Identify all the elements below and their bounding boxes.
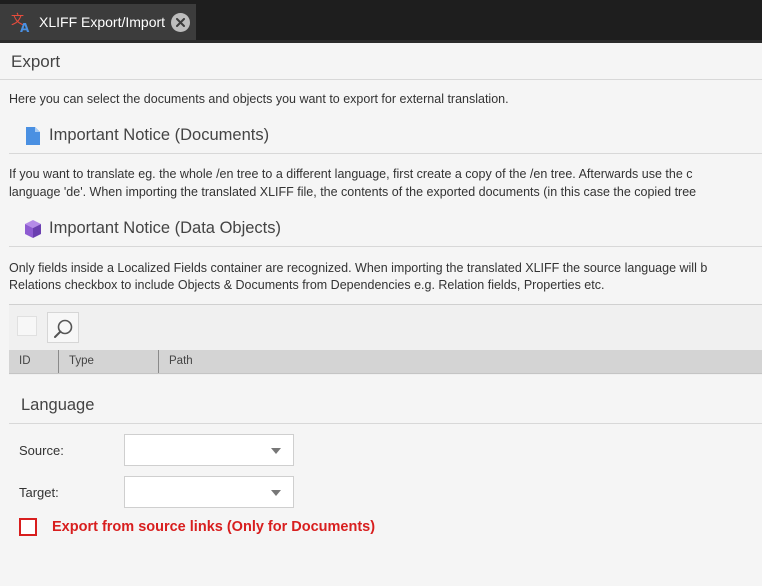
export-source-links-label[interactable]: Export from source links (Only for Docum… bbox=[52, 519, 375, 535]
source-language-select[interactable] bbox=[124, 434, 294, 466]
notice-objects-line1: Only fields inside a Localized Fields co… bbox=[9, 261, 708, 275]
notice-documents-line1: If you want to translate eg. the whole /… bbox=[9, 167, 693, 181]
tab-bar: 文 A XLIFF Export/Import bbox=[0, 0, 762, 43]
export-source-links-checkbox[interactable] bbox=[19, 518, 37, 536]
export-items-grid: ID Type Path bbox=[9, 304, 762, 375]
document-icon bbox=[26, 127, 40, 145]
grid-header-row: ID Type Path bbox=[9, 350, 762, 374]
language-section-header: Language bbox=[9, 386, 762, 424]
close-tab-icon[interactable] bbox=[171, 13, 190, 32]
chevron-down-icon[interactable] bbox=[271, 448, 281, 454]
column-header-type[interactable]: Type bbox=[59, 350, 159, 373]
column-header-id[interactable]: ID bbox=[9, 350, 59, 373]
source-label: Source: bbox=[19, 443, 64, 458]
export-intro-text: Here you can select the documents and ob… bbox=[9, 92, 509, 106]
notice-objects-title: Important Notice (Data Objects) bbox=[49, 219, 281, 237]
main-content: Export Here you can select the documents… bbox=[0, 43, 762, 586]
target-language-select[interactable] bbox=[124, 476, 294, 508]
target-label: Target: bbox=[19, 485, 59, 500]
translate-icon: 文 A bbox=[11, 13, 30, 33]
language-section-title: Language bbox=[21, 396, 95, 414]
svg-text:A: A bbox=[20, 21, 30, 33]
notice-objects-header: Important Notice (Data Objects) bbox=[9, 213, 762, 247]
search-icon bbox=[54, 319, 73, 338]
notice-documents-line2: language 'de'. When importing the transl… bbox=[9, 185, 697, 199]
tab-title: XLIFF Export/Import bbox=[39, 14, 166, 30]
select-all-checkbox[interactable] bbox=[17, 316, 37, 336]
search-button[interactable] bbox=[47, 312, 79, 343]
export-panel-title: Export bbox=[11, 52, 61, 71]
notice-documents-header: Important Notice (Documents) bbox=[9, 120, 762, 154]
export-panel-header: Export bbox=[0, 43, 762, 80]
column-header-path[interactable]: Path bbox=[159, 350, 762, 373]
notice-documents-title: Important Notice (Documents) bbox=[49, 126, 270, 144]
data-object-cube-icon bbox=[25, 220, 41, 238]
tab-xliff-export-import[interactable]: 文 A XLIFF Export/Import bbox=[0, 4, 196, 40]
chevron-down-icon[interactable] bbox=[271, 490, 281, 496]
notice-objects-line2: Relations checkbox to include Objects & … bbox=[9, 278, 605, 292]
